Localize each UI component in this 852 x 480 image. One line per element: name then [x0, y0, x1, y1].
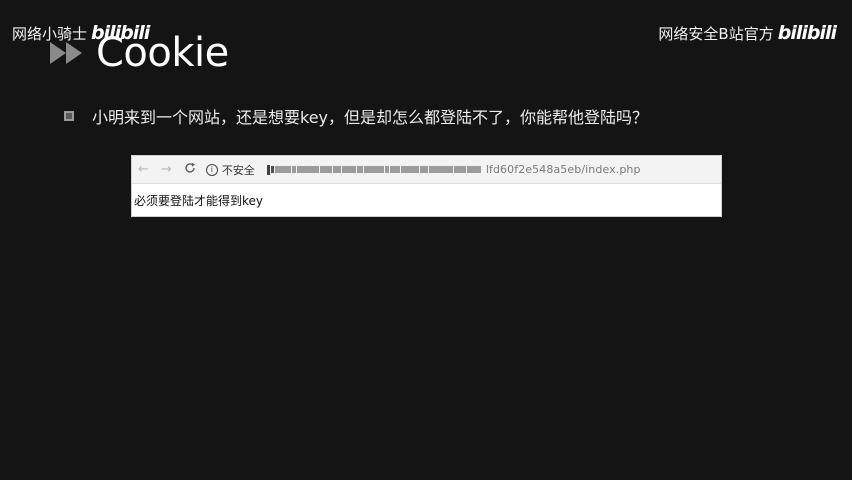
watermark-right-text: 网络安全B站官方: [658, 24, 774, 43]
bilibili-logo: bilibili: [777, 22, 837, 44]
page-body-text: 必须要登陆才能得到key: [134, 194, 264, 208]
watermark-right: 网络安全B站官方 bilibili: [658, 22, 837, 44]
reload-icon[interactable]: [184, 162, 196, 178]
slide-title: Cookie: [96, 30, 229, 76]
bullet-text: 小明来到一个网站，还是想要key，但是却怎么都登陆不了，你能帮他登陆吗？: [92, 108, 649, 127]
browser-screenshot: ← → i 不安全 lfd60f2e548a5eb/index.php 必须要登…: [131, 155, 722, 217]
square-bullet-icon: [64, 111, 74, 121]
security-label[interactable]: 不安全: [222, 162, 255, 178]
address-bar: ← → i 不安全 lfd60f2e548a5eb/index.php: [132, 156, 721, 184]
info-icon[interactable]: i: [205, 163, 218, 176]
forward-arrow-icon[interactable]: →: [161, 162, 172, 177]
slide-title-row: Cookie: [48, 30, 229, 76]
bullet-item: 小明来到一个网站，还是想要key，但是却怎么都登陆不了，你能帮他登陆吗？: [64, 104, 648, 128]
url-redacted: [266, 164, 482, 175]
url-text[interactable]: lfd60f2e548a5eb/index.php: [486, 163, 641, 176]
back-arrow-icon[interactable]: ←: [138, 162, 149, 177]
double-play-arrow-icon: [50, 42, 82, 64]
